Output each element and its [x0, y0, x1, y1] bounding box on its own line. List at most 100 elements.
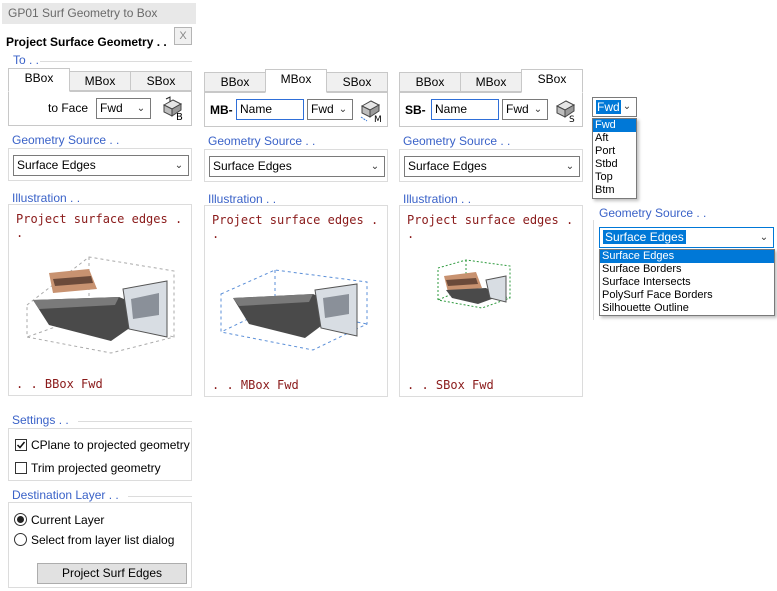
face-option[interactable]: Stbd [593, 158, 636, 171]
col1-tab-panel: to Face Fwd ⌄ B [8, 91, 192, 126]
col3-tab-mbox[interactable]: MBox [460, 72, 522, 92]
boat-illustration-bbox [19, 245, 179, 355]
col1-geometry-source-value: Surface Edges [17, 158, 96, 172]
project-surf-edges-button[interactable]: Project Surf Edges [37, 563, 187, 584]
col2-tab-bbox[interactable]: BBox [204, 72, 266, 92]
col2-face-value: Fwd [311, 102, 334, 116]
destination-label: Destination Layer . . [12, 488, 119, 502]
cplane-checkbox[interactable] [15, 439, 27, 451]
face-dropdown-list: Fwd Aft Port Stbd Top Btm [592, 118, 637, 199]
settings-label: Settings . . [12, 413, 69, 427]
col2-geometry-source-box: Surface Edges ⌄ [204, 149, 388, 182]
col2-geometry-source-label: Geometry Source . . [208, 134, 316, 148]
col3-geometry-source-box: Surface Edges ⌄ [399, 149, 583, 182]
col1-illus-bottom-text: . . BBox Fwd [16, 377, 103, 391]
col1-tab-strip: BBox MBox SBox [8, 68, 192, 92]
col2-face-select[interactable]: Fwd ⌄ [307, 99, 353, 120]
col3-tab-strip: BBox MBox SBox [399, 69, 583, 93]
col2-illus-top-text: Project surface edges . . [212, 213, 379, 241]
face-option[interactable]: Top [593, 171, 636, 184]
face-option[interactable]: Port [593, 145, 636, 158]
to-face-label: to Face [48, 101, 89, 115]
geo-option[interactable]: Surface Borders [600, 263, 774, 276]
col1-tab-sbox[interactable]: SBox [130, 71, 192, 91]
window-title-bar: GP01 Surf Geometry to Box [2, 3, 196, 24]
col2-tab-sbox[interactable]: SBox [326, 72, 388, 92]
col3-illus-top-text: Project surface edges . . [407, 213, 574, 241]
chevron-down-icon: ⌄ [565, 161, 575, 172]
col2-tab-mbox[interactable]: MBox [265, 69, 327, 93]
boat-illustration-mbox [217, 254, 377, 354]
col1-illus-top-text: Project surface edges . . [16, 212, 183, 240]
col2-illustration-box: Project surface edges . . . . MBox Fwd [204, 205, 388, 397]
icon-letter: M [374, 115, 382, 123]
face-dropdown-value: Fwd [596, 100, 621, 114]
destination-divider [128, 496, 192, 497]
to-section-divider [40, 61, 192, 62]
geo-option[interactable]: PolySurf Face Borders [600, 289, 774, 302]
geo-dropdown-value: Surface Edges [603, 230, 686, 244]
col1-illustration-label: Illustration . . [12, 191, 81, 205]
col3-tab-sbox[interactable]: SBox [521, 69, 583, 93]
select-layer-radio[interactable] [14, 533, 27, 546]
face-option[interactable]: Btm [593, 184, 636, 197]
cplane-label: CPlane to projected geometry [31, 438, 190, 452]
col1-geometry-source-label: Geometry Source . . [12, 133, 120, 147]
col3-name-input[interactable]: Name [431, 99, 499, 120]
dialog-heading: Project Surface Geometry . . [6, 35, 167, 49]
settings-divider [78, 421, 192, 422]
geo-option[interactable]: Silhouette Outline [600, 302, 774, 315]
face-option[interactable]: Aft [593, 132, 636, 145]
col2-illustration-label: Illustration . . [208, 192, 277, 206]
close-button[interactable]: X [174, 27, 192, 45]
chevron-down-icon: ⌄ [622, 101, 632, 112]
col2-geometry-source-select[interactable]: Surface Edges ⌄ [209, 156, 385, 177]
project-to-sbox-icon[interactable]: S [554, 97, 578, 125]
trim-label: Trim projected geometry [31, 461, 161, 475]
col1-face-value: Fwd [100, 101, 123, 115]
col1-geometry-source-select[interactable]: Surface Edges ⌄ [13, 155, 189, 176]
chevron-down-icon: ⌄ [370, 161, 380, 172]
col1-geometry-source-box: Surface Edges ⌄ [8, 148, 192, 181]
checkmark-icon [16, 441, 26, 449]
col3-illustration-box: Project surface edges . . . . SBox Fwd [399, 205, 583, 397]
col1-tab-mbox[interactable]: MBox [69, 71, 131, 91]
col2-tab-strip: BBox MBox SBox [204, 69, 388, 93]
col3-illustration-label: Illustration . . [403, 192, 472, 206]
chevron-down-icon: ⌄ [174, 160, 184, 171]
geo-option[interactable]: Surface Intersects [600, 276, 774, 289]
chevron-down-icon: ⌄ [759, 232, 769, 243]
col3-illus-bottom-text: . . SBox Fwd [407, 378, 494, 392]
chevron-down-icon: ⌄ [136, 103, 146, 114]
current-layer-label: Current Layer [31, 513, 105, 527]
col1-illustration-box: Project surface edges . . . . BBox Fwd [8, 204, 192, 396]
chevron-down-icon: ⌄ [338, 104, 348, 115]
geo-dropdown-select[interactable]: Surface Edges ⌄ [599, 227, 774, 248]
col2-name-input[interactable]: Name [236, 99, 304, 120]
boat-illustration-sbox [436, 258, 516, 310]
col3-face-value: Fwd [506, 102, 529, 116]
trim-checkbox[interactable] [15, 462, 27, 474]
col3-geometry-source-label: Geometry Source . . [403, 134, 511, 148]
icon-letter: B [176, 112, 183, 122]
col3-geometry-source-select[interactable]: Surface Edges ⌄ [404, 156, 580, 177]
geo-dropdown-list: Surface Edges Surface Borders Surface In… [599, 249, 775, 316]
col2-geometry-source-value: Surface Edges [213, 159, 292, 173]
col3-tab-bbox[interactable]: BBox [399, 72, 461, 92]
col2-prefix: MB- [210, 103, 233, 117]
geo-option[interactable]: Surface Edges [600, 250, 774, 263]
col2-illus-bottom-text: . . MBox Fwd [212, 378, 299, 392]
icon-letter: S [569, 115, 575, 123]
col3-face-select[interactable]: Fwd ⌄ [502, 99, 548, 120]
project-to-box-icon[interactable]: B [161, 96, 185, 123]
face-option[interactable]: Fwd [593, 119, 636, 132]
face-dropdown-select[interactable]: Fwd ⌄ [592, 97, 637, 117]
to-section-label: To . . [13, 53, 40, 67]
col1-face-select[interactable]: Fwd ⌄ [96, 98, 151, 119]
select-layer-label: Select from layer list dialog [31, 533, 175, 547]
current-layer-radio[interactable] [14, 513, 27, 526]
col3-prefix: SB- [405, 103, 426, 117]
settings-box: CPlane to projected geometry Trim projec… [8, 428, 192, 481]
project-to-mbox-icon[interactable]: M [359, 97, 383, 125]
col1-tab-bbox[interactable]: BBox [8, 68, 70, 92]
